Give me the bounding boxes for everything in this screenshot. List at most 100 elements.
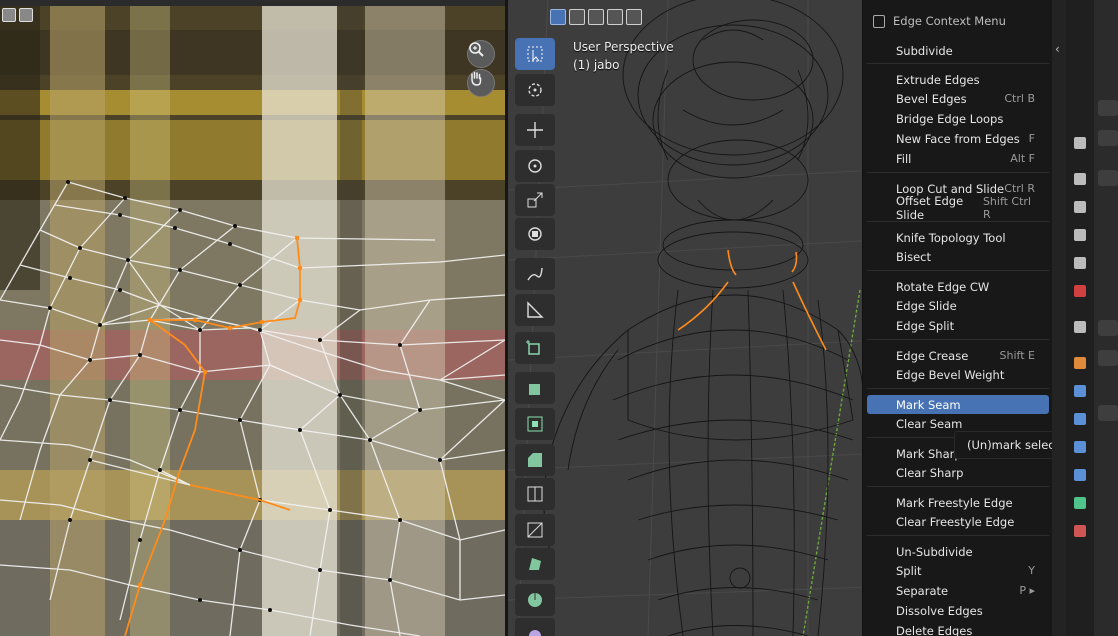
object-icon[interactable] [1071,354,1089,372]
tab-glyph [1074,257,1086,269]
select-subtract-icon[interactable] [588,9,604,25]
chevron-left-icon[interactable]: ‹ [1055,42,1060,56]
cursor-tool-button[interactable] [515,74,555,106]
select-extend-icon[interactable] [569,9,585,25]
annotate-tool-button[interactable] [515,258,555,290]
tab-glyph [1074,497,1086,509]
properties-panel-widget[interactable] [1098,320,1118,336]
select-mode-buttons[interactable] [550,9,642,25]
edge-menu-icon [873,14,885,28]
edge-context-menu[interactable]: Edge Context Menu Subdivide Extrude Edges… [862,0,1052,636]
menu-item-label: Clear Sharp [896,465,964,480]
select-intersect-icon[interactable] [626,9,642,25]
menu-item-label: Delete Edges [896,623,973,636]
extrude-region-tool-button[interactable] [515,372,555,404]
tab-glyph [1074,441,1086,453]
perspective-label: User Perspective [573,40,674,54]
menu-item-separate[interactable]: Separate P ▸ [867,581,1049,600]
menu-item-label: Clear Freestyle Edge [896,514,1015,529]
menu-item-label: Dissolve Edges [896,603,983,618]
view-layer-icon[interactable] [1071,226,1089,244]
modifier-icon[interactable] [1071,382,1089,400]
properties-panel-widget[interactable] [1098,350,1118,366]
menu-item-offset-edge-slide[interactable]: Offset Edge Slide Shift Ctrl R [867,194,1049,222]
menu-item-mark-freestyle-edge[interactable]: Mark Freestyle Edge [867,493,1049,512]
menu-item-bevel-edges[interactable]: Bevel Edges Ctrl B [867,89,1049,108]
menu-separator [867,486,1049,487]
menu-item-bisect[interactable]: Bisect [867,247,1049,266]
uv-editor[interactable] [0,0,505,636]
scale-tool-button[interactable] [515,184,555,216]
menu-separator [867,63,1049,64]
properties-panel-widget[interactable] [1098,405,1118,421]
loop-cut-tool-button[interactable] [515,478,555,510]
menu-item-fill[interactable]: Fill Alt F [867,149,1049,168]
tool-icon[interactable] [1071,134,1089,152]
uv-header-select-modes[interactable] [0,8,40,26]
add-cube-tool-button[interactable] [515,332,555,364]
menu-item-label: Fill [896,151,912,166]
menu-item-subdivide[interactable]: Subdivide [867,41,1049,60]
menu-item-label: Mark Freestyle Edge [896,495,1013,510]
sidebar-toggle-strip[interactable]: ‹ [1052,0,1066,636]
output-icon[interactable] [1071,198,1089,216]
properties-panel-widget[interactable] [1098,170,1118,186]
menu-item-label: Rotate Edge CW [896,279,990,294]
menu-item-new-face-from-edges[interactable]: New Face from Edges F [867,129,1049,148]
select-mode-icon[interactable] [19,8,33,22]
menu-item-rotate-edge-cw[interactable]: Rotate Edge CW [867,277,1049,296]
poly-build-tool-button[interactable] [515,548,555,580]
physics-icon[interactable] [1071,438,1089,456]
tab-glyph [1074,229,1086,241]
properties-panel-widget[interactable] [1098,130,1118,146]
measure-tool-button[interactable] [515,294,555,326]
uv-texture-canvas[interactable] [0,0,505,636]
render-icon[interactable] [1071,170,1089,188]
rotate-tool-button[interactable] [515,150,555,182]
annotate-icon [527,267,543,281]
menu-item-edge-bevel-weight[interactable]: Edge Bevel Weight [867,365,1049,384]
menu-item-clear-sharp[interactable]: Clear Sharp [867,463,1049,482]
move-tool-button[interactable] [515,114,555,146]
menu-item-un-subdivide[interactable]: Un-Subdivide [867,542,1049,561]
select-invert-icon[interactable] [607,9,623,25]
menu-item-delete-edges[interactable]: Delete Edges [867,621,1049,636]
constraints-icon[interactable] [1071,466,1089,484]
scene-icon[interactable] [1071,254,1089,272]
properties-tabs[interactable] [1066,0,1094,636]
menu-item-edge-split[interactable]: Edge Split [867,316,1049,335]
menu-separator [867,270,1049,271]
knife-tool-button[interactable] [515,514,555,546]
bevel-tool-button[interactable] [515,444,555,476]
menu-item-clear-freestyle-edge[interactable]: Clear Freestyle Edge [867,512,1049,531]
menu-item-mark-seam[interactable]: Mark Seam [867,395,1049,414]
menu-item-edge-slide[interactable]: Edge Slide [867,296,1049,315]
menu-item-label: Bridge Edge Loops [896,111,1004,126]
zoom-icon[interactable] [467,40,495,68]
select-mode-icon[interactable] [2,8,16,22]
data-icon[interactable] [1071,494,1089,512]
menu-item-bridge-edge-loops[interactable]: Bridge Edge Loops [867,109,1049,128]
particles-icon[interactable] [1071,410,1089,428]
menu-item-label: Edge Bevel Weight [896,367,1005,382]
collection-icon[interactable] [1071,318,1089,336]
menu-item-shortcut: Alt F [1010,152,1035,165]
hand-icon[interactable] [467,69,495,97]
transform-tool-button[interactable] [515,218,555,250]
menu-item-label: New Face from Edges [896,131,1020,146]
menu-item-knife-topology-tool[interactable]: Knife Topology Tool [867,228,1049,247]
spin-tool-button[interactable] [515,584,555,616]
properties-panel-widget[interactable] [1098,100,1118,116]
menu-item-split[interactable]: Split Y [867,561,1049,580]
menu-item-extrude-edges[interactable]: Extrude Edges [867,70,1049,89]
smooth-tool-button[interactable] [515,618,555,636]
select-new-icon[interactable] [550,9,566,25]
menu-item-edge-crease[interactable]: Edge Crease Shift E [867,346,1049,365]
material-icon[interactable] [1071,522,1089,540]
world-icon[interactable] [1071,282,1089,300]
extrude-region-icon [529,384,540,395]
menu-item-label: Bisect [896,249,931,264]
menu-item-dissolve-edges[interactable]: Dissolve Edges [867,601,1049,620]
select-box-tool-button[interactable] [515,38,555,70]
inset-faces-tool-button[interactable] [515,408,555,440]
